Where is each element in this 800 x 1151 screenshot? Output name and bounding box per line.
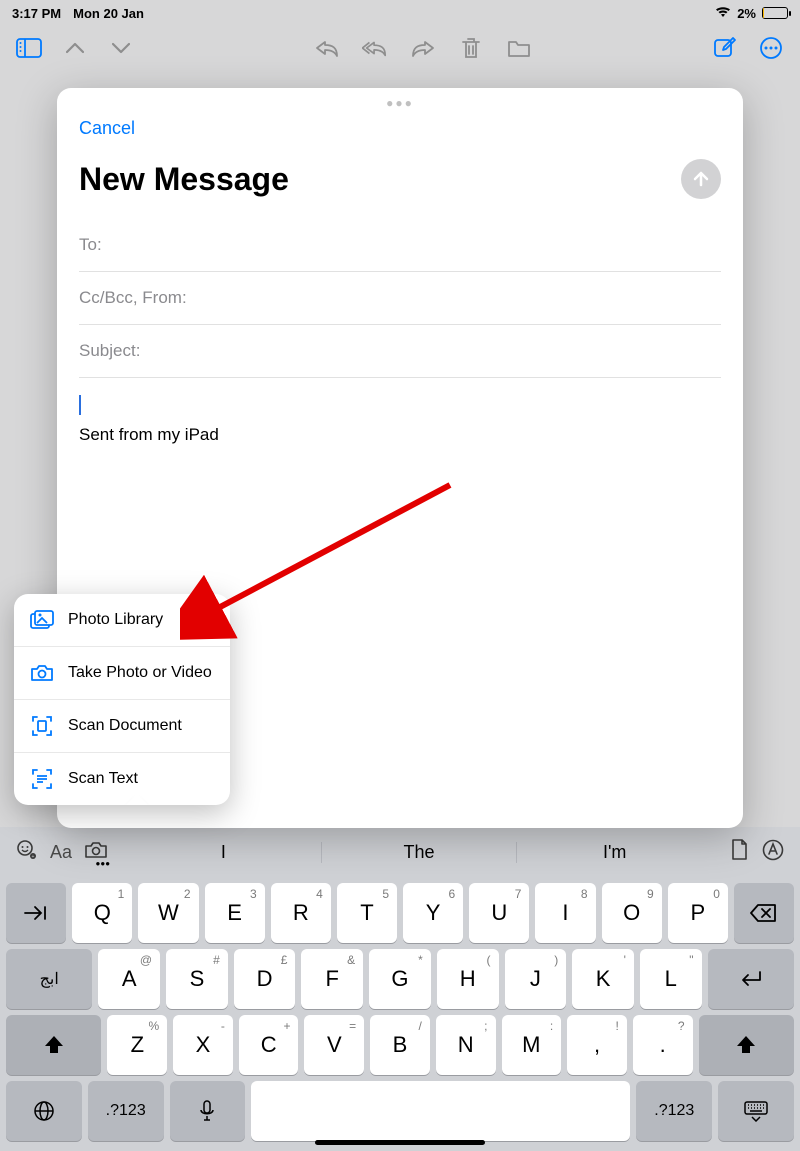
dismiss-keyboard-key[interactable] [718, 1081, 794, 1141]
signature-text: Sent from my iPad [79, 425, 721, 445]
key-m[interactable]: :M [502, 1015, 562, 1075]
status-bar: 3:17 PM Mon 20 Jan 2% [0, 0, 800, 26]
key-e[interactable]: 3E [205, 883, 265, 943]
symbols-key-label: .?123 [106, 1102, 146, 1120]
compose-title: New Message [79, 161, 289, 198]
key-c[interactable]: +C [239, 1015, 299, 1075]
popover-take-photo[interactable]: Take Photo or Video [14, 646, 230, 699]
symbols-key-label: .?123 [654, 1102, 694, 1120]
popover-item-label: Scan Document [68, 717, 182, 735]
forward-icon[interactable] [410, 35, 436, 61]
popover-item-label: Take Photo or Video [68, 664, 212, 682]
key-v[interactable]: =V [304, 1015, 364, 1075]
key-a[interactable]: @A [98, 949, 160, 1009]
text-cursor [79, 395, 81, 415]
key-b[interactable]: /B [370, 1015, 430, 1075]
key-f[interactable]: &F [301, 949, 363, 1009]
send-button[interactable] [681, 159, 721, 199]
status-time: 3:17 PM [12, 6, 61, 21]
key-t[interactable]: 5T [337, 883, 397, 943]
key-p[interactable]: 0P [668, 883, 728, 943]
language-key[interactable]: ابج [6, 949, 92, 1009]
camera-attach-icon[interactable]: ●●● [84, 840, 108, 865]
popover-photo-library[interactable]: Photo Library [14, 594, 230, 646]
key-r[interactable]: 4R [271, 883, 331, 943]
suggestion-word[interactable]: The [321, 842, 517, 863]
key-o[interactable]: 9O [602, 883, 662, 943]
space-key[interactable] [251, 1081, 630, 1141]
modal-grabber[interactable]: ●●● [57, 88, 743, 110]
globe-key[interactable] [6, 1081, 82, 1141]
key-d[interactable]: £D [234, 949, 296, 1009]
emoji-search-icon[interactable]: + [16, 839, 38, 866]
tab-key[interactable] [6, 883, 66, 943]
cc-bcc-label: Cc/Bcc, From: [79, 288, 187, 307]
key-w[interactable]: 2W [138, 883, 198, 943]
key-g[interactable]: *G [369, 949, 431, 1009]
key-n[interactable]: ;N [436, 1015, 496, 1075]
document-icon[interactable] [730, 839, 748, 866]
key-x[interactable]: -X [173, 1015, 233, 1075]
key-i[interactable]: 8I [535, 883, 595, 943]
attachment-popover: Photo Library Take Photo or Video Scan D… [14, 594, 230, 805]
camera-icon [30, 661, 54, 685]
key-y[interactable]: 6Y [403, 883, 463, 943]
key-k[interactable]: 'K [572, 949, 634, 1009]
key-l[interactable]: "L [640, 949, 702, 1009]
more-icon[interactable] [758, 35, 784, 61]
reply-icon[interactable] [314, 35, 340, 61]
popover-scan-text[interactable]: Scan Text [14, 752, 230, 805]
chevron-up-icon[interactable] [62, 35, 88, 61]
status-date: Mon 20 Jan [73, 6, 144, 21]
shift-key[interactable] [6, 1015, 101, 1075]
svg-text:+: + [32, 854, 35, 860]
key-j[interactable]: )J [505, 949, 567, 1009]
sidebar-toggle-icon[interactable] [16, 35, 42, 61]
key-s[interactable]: #S [166, 949, 228, 1009]
compose-icon[interactable] [712, 35, 738, 61]
cc-bcc-field[interactable]: Cc/Bcc, From: [79, 272, 721, 325]
key-h[interactable]: (H [437, 949, 499, 1009]
to-label: To: [79, 235, 102, 254]
key-.[interactable]: ?. [633, 1015, 693, 1075]
scan-document-icon [30, 714, 54, 738]
shift-key-right[interactable] [699, 1015, 794, 1075]
subject-field[interactable]: Subject: [79, 325, 721, 378]
symbols-key-right[interactable]: .?123 [636, 1081, 712, 1141]
trash-icon[interactable] [458, 35, 484, 61]
suggestion-word[interactable]: I [126, 842, 321, 863]
cancel-button[interactable]: Cancel [79, 118, 135, 139]
folder-icon[interactable] [506, 35, 532, 61]
keyboard: + Aa ●●● I The I'm 1Q2W3E4R5T6Y7U8I9O0P … [0, 827, 800, 1151]
home-indicator[interactable] [315, 1140, 485, 1145]
return-key[interactable] [708, 949, 794, 1009]
wifi-icon [715, 6, 731, 21]
suggestion-bar: + Aa ●●● I The I'm [0, 827, 800, 877]
reply-all-icon[interactable] [362, 35, 388, 61]
backspace-key[interactable] [734, 883, 794, 943]
text-format-icon[interactable]: Aa [50, 842, 72, 863]
suggestion-word[interactable]: I'm [516, 842, 712, 863]
markup-icon[interactable] [762, 839, 784, 866]
chevron-down-icon[interactable] [108, 35, 134, 61]
popover-item-label: Photo Library [68, 611, 163, 629]
to-field[interactable]: To: [79, 219, 721, 272]
battery-icon [762, 7, 788, 19]
key-u[interactable]: 7U [469, 883, 529, 943]
battery-pct: 2% [737, 6, 756, 21]
scan-text-icon [30, 767, 54, 791]
popover-item-label: Scan Text [68, 770, 138, 788]
key-,[interactable]: !, [567, 1015, 627, 1075]
key-z[interactable]: %Z [107, 1015, 167, 1075]
language-key-label: ابج [40, 969, 59, 989]
key-q[interactable]: 1Q [72, 883, 132, 943]
dictation-key[interactable] [170, 1081, 246, 1141]
popover-scan-document[interactable]: Scan Document [14, 699, 230, 752]
mail-toolbar [0, 26, 800, 70]
symbols-key[interactable]: .?123 [88, 1081, 164, 1141]
subject-label: Subject: [79, 341, 140, 360]
photo-library-icon [30, 608, 54, 632]
